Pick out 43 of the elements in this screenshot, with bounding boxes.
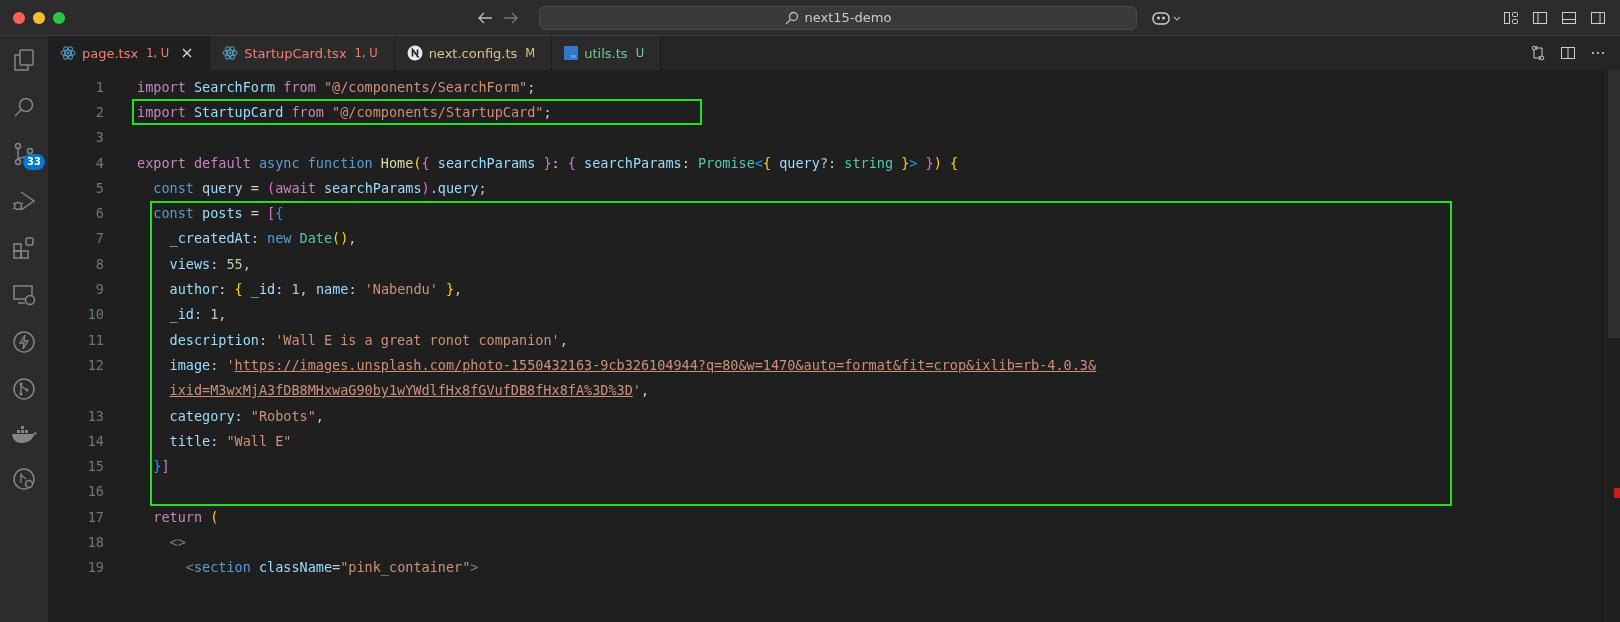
code-line: return ( [152, 508, 219, 525]
line-number: 14 [86, 432, 104, 449]
code-line: import SearchForm from "@/components/SearchForm"; [137, 78, 536, 95]
code-line: description: 'Wall E is a great ronot companion', [168, 331, 568, 348]
editor-tab[interactable]: utils.ts U [552, 36, 662, 70]
code-line: export default async function Home({ searchParams }: { searchParams: Promise<{ query?: string }> }) { [137, 154, 959, 171]
changes-count-badge: 33 [23, 154, 45, 170]
line-number: 18 [86, 534, 104, 550]
line-number: 16 [86, 483, 104, 500]
line-number: 6 [94, 205, 104, 222]
line-number: 9 [94, 281, 104, 297]
code-line: const posts = [{ [152, 205, 284, 222]
code-line: }] [152, 458, 170, 475]
line-number: 8 [94, 255, 104, 272]
line-number: 7 [94, 230, 104, 247]
code-line: image: 'https://images.unsplash.com/photo-1550432163-9cb326104944?q=80&w=1470&auto=format&fit=crop&ixlib=rb-4.0.3& [168, 356, 1097, 373]
line-number: 15 [86, 458, 104, 475]
code-line: <section className="pink_container"> [184, 559, 479, 576]
code-line: import StartupCard from "@/components/StartupCard"; [137, 103, 552, 120]
code-line: _createdAt: new Date(), [168, 230, 357, 247]
code-line: <> [168, 534, 186, 550]
code-line: author: { _id: 1, name: 'Nabendu' }, [168, 281, 463, 297]
line-number: 11 [86, 331, 104, 348]
line-number: 5 [94, 179, 104, 196]
line-number: 12 [86, 356, 104, 373]
code-line: category: "Robots", [168, 407, 324, 424]
line-number: 19 [86, 559, 104, 576]
code-line: const query = (await searchParams).query; [152, 179, 487, 196]
line-number: 1 [94, 78, 104, 95]
command-search-field[interactable]: next15-demo [539, 5, 1137, 30]
editor-tab[interactable]: page.tsx 1, U [48, 36, 211, 70]
editor-tab[interactable]: StartupCard.tsx 1, U [210, 36, 395, 70]
line-number: 10 [86, 306, 104, 323]
line-number: 2 [94, 103, 104, 120]
code-line: views: 55, [168, 255, 251, 272]
line-number: 3 [94, 129, 104, 146]
code-line: ixid=M3wxMjA3fDB8MHxwaG90by1wYWdlfHx8fGVufDB8fHx8fA%3D%3D', [168, 382, 650, 399]
editor-tab[interactable]: next.config.ts M [394, 36, 553, 70]
code-line: _id: 1, [168, 306, 227, 323]
code-line: title: "Wall E" [168, 432, 292, 449]
line-number: 13 [86, 407, 104, 424]
line-number: 17 [86, 508, 104, 525]
line-number: 4 [94, 154, 104, 171]
